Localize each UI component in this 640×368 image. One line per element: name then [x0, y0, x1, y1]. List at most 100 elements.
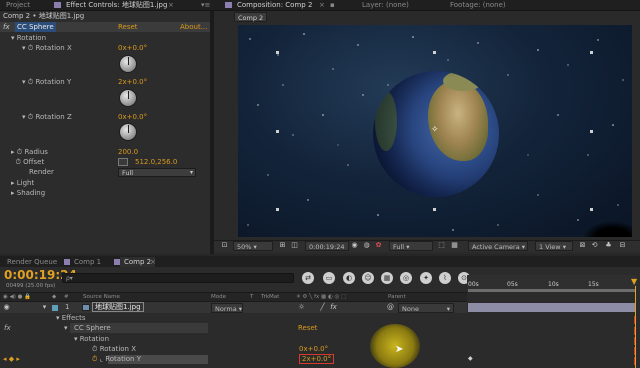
twirl-toggle-icon[interactable]: ▾	[40, 303, 49, 312]
fx-icon[interactable]: fx	[4, 323, 11, 333]
effects-group[interactable]: ▾ Effects	[56, 313, 86, 323]
close-icon[interactable]: ×	[168, 0, 174, 10]
layer-handle[interactable]	[276, 51, 279, 54]
stopwatch-icon[interactable]: ⏱	[17, 148, 22, 156]
lock-icon[interactable]: ▪	[330, 0, 335, 10]
visibility-eye-icon[interactable]: ◉	[2, 303, 11, 312]
offset-value[interactable]: 512.0,256.0	[135, 157, 177, 167]
timeline-rotation-y-value[interactable]: 2x+0.0°	[299, 354, 335, 364]
brainstorm-icon[interactable]: ✦	[420, 272, 432, 284]
tab-render-queue[interactable]: Render Queue	[3, 257, 61, 267]
region-of-interest-icon[interactable]: ⬚	[437, 241, 446, 250]
timeline-effect-reset[interactable]: Reset	[298, 323, 318, 333]
t-header[interactable]: T	[250, 294, 253, 300]
comp-view-tab[interactable]: Comp 2	[234, 12, 268, 22]
radius-row[interactable]: ▸ ⏱ Radius	[11, 147, 48, 157]
layer-duration-bar[interactable]	[468, 303, 636, 312]
rotation-z-value[interactable]: 0x+0.0°	[118, 112, 147, 122]
close-icon[interactable]: ×	[150, 257, 156, 267]
graph-icon[interactable]: ⌞	[100, 355, 103, 363]
stopwatch-icon[interactable]: ⏱	[28, 44, 33, 52]
rotation-y-dial[interactable]	[119, 89, 137, 107]
tab-composition[interactable]: Composition: Comp 2	[233, 0, 316, 10]
resolution-select[interactable]: Full ▾	[389, 241, 433, 251]
rotation-x-value[interactable]: 0x+0.0°	[118, 43, 147, 53]
tab-layer[interactable]: Layer: (none)	[358, 0, 413, 10]
composition-viewer[interactable]: ✧	[238, 25, 632, 237]
mode-header[interactable]: Mode	[211, 294, 226, 300]
render-select[interactable]: Full ▾	[118, 168, 196, 177]
parent-header[interactable]: Parent	[388, 294, 406, 300]
parent-select[interactable]: None ▾	[398, 303, 454, 313]
source-name-header[interactable]: Source Name	[83, 294, 120, 300]
rotation-group-toggle[interactable]: ▾ Rotation	[11, 33, 46, 43]
composition-mini-flowchart-icon[interactable]: ⇄	[302, 272, 314, 284]
radius-value[interactable]: 200.0	[118, 147, 138, 157]
rotation-y-row[interactable]: ▾ ⏱ Rotation Y	[22, 77, 71, 87]
timeline-rotation-x-value[interactable]: 0x+0.0°	[299, 344, 328, 354]
label-color-swatch[interactable]	[52, 305, 58, 311]
layer-handle[interactable]	[590, 208, 593, 211]
layer-handle[interactable]	[276, 130, 279, 133]
stopwatch-icon[interactable]: ⏱	[92, 355, 97, 363]
flowchart-icon[interactable]: ♣	[604, 241, 613, 250]
tab-comp-1[interactable]: Comp 1	[70, 257, 105, 267]
tab-footage[interactable]: Footage: (none)	[446, 0, 510, 10]
hide-shy-layers-icon[interactable]: ☺	[362, 272, 374, 284]
stopwatch-icon[interactable]: ⏱	[28, 78, 33, 86]
shading-row[interactable]: ▸ Shading	[11, 188, 45, 198]
stopwatch-icon[interactable]: ⏱	[15, 158, 20, 166]
close-icon[interactable]: ×	[319, 0, 325, 10]
color-channels-icon[interactable]: ✿	[374, 241, 383, 250]
graph-editor-icon[interactable]: ⌇	[439, 272, 451, 284]
views-select[interactable]: 1 View ▾	[535, 241, 573, 251]
about-link[interactable]: About...	[180, 22, 207, 32]
rotation-z-dial[interactable]	[119, 123, 137, 141]
timeline-search-input[interactable]: ρ▾	[62, 273, 294, 283]
timeline-rotation-x-row[interactable]: ⏱ Rotation X	[92, 344, 136, 354]
rotation-x-row[interactable]: ▾ ⏱ Rotation X	[22, 43, 72, 53]
offset-row[interactable]: ⏱ Offset	[11, 157, 44, 167]
timeline-rotation-y-row[interactable]: ⏱ ⌞ Rotation Y	[92, 354, 141, 364]
layer-mode-select[interactable]: Norma ▾	[211, 303, 243, 313]
snapshot-icon[interactable]: ◉	[350, 241, 359, 250]
layer-handle[interactable]	[433, 208, 436, 211]
tab-effect-controls[interactable]: Effect Controls: 地球贴图1.jpg	[62, 0, 171, 10]
rotation-y-value[interactable]: 2x+0.0°	[118, 77, 147, 87]
layer-handle[interactable]	[433, 51, 436, 54]
live-update-icon[interactable]: ▭	[323, 272, 335, 284]
reset-link[interactable]: Reset	[118, 22, 138, 32]
mask-icon[interactable]: ◫	[290, 241, 299, 250]
reset-exposure-icon[interactable]: ⟲	[590, 241, 599, 250]
frame-blending-icon[interactable]: ▦	[381, 272, 393, 284]
current-time-indicator[interactable]: ▼	[631, 278, 637, 286]
work-area-bar[interactable]	[468, 289, 636, 292]
stopwatch-icon[interactable]: ⏱	[28, 113, 33, 121]
layer-handle[interactable]	[276, 208, 279, 211]
always-preview-icon[interactable]: ⊡	[220, 241, 229, 250]
fx-icon[interactable]: fx	[3, 22, 10, 32]
timeline-effect-name[interactable]: CC Sphere	[74, 323, 111, 333]
fx-switch-icon[interactable]: fx	[329, 303, 338, 312]
timeline-rotation-group[interactable]: ▾ Rotation	[74, 334, 109, 344]
panel-menu-icon[interactable]: ▾≡	[201, 0, 210, 10]
rotation-x-dial[interactable]	[119, 55, 137, 73]
layer-handle[interactable]	[590, 130, 593, 133]
quality-switch-icon[interactable]: ╱	[318, 303, 327, 312]
show-snapshot-icon[interactable]: ◍	[362, 241, 371, 250]
light-row[interactable]: ▸ Light	[11, 178, 34, 188]
tab-project[interactable]: Project	[2, 0, 34, 10]
effect-twirl-icon[interactable]: ▾	[64, 323, 68, 333]
keyframe-icon[interactable]: ◆	[468, 355, 473, 363]
stopwatch-icon[interactable]: ⏱	[92, 345, 97, 353]
comp-timecode[interactable]: 0:00:19:24	[305, 241, 349, 251]
crosshair-icon[interactable]	[118, 158, 128, 166]
keyframe-navigator[interactable]: ◂ ◆ ▸	[3, 354, 20, 364]
collapse-transform-icon[interactable]: ☼	[297, 303, 306, 312]
grid-icon[interactable]: ⊞	[278, 241, 287, 250]
fast-preview-icon[interactable]: ⊟	[618, 241, 627, 250]
toggle-pixel-icon[interactable]: ⊠	[578, 241, 587, 250]
layer-handle[interactable]	[590, 51, 593, 54]
anchor-point-icon[interactable]: ✧	[431, 126, 439, 135]
pick-whip-icon[interactable]: @	[386, 303, 395, 312]
